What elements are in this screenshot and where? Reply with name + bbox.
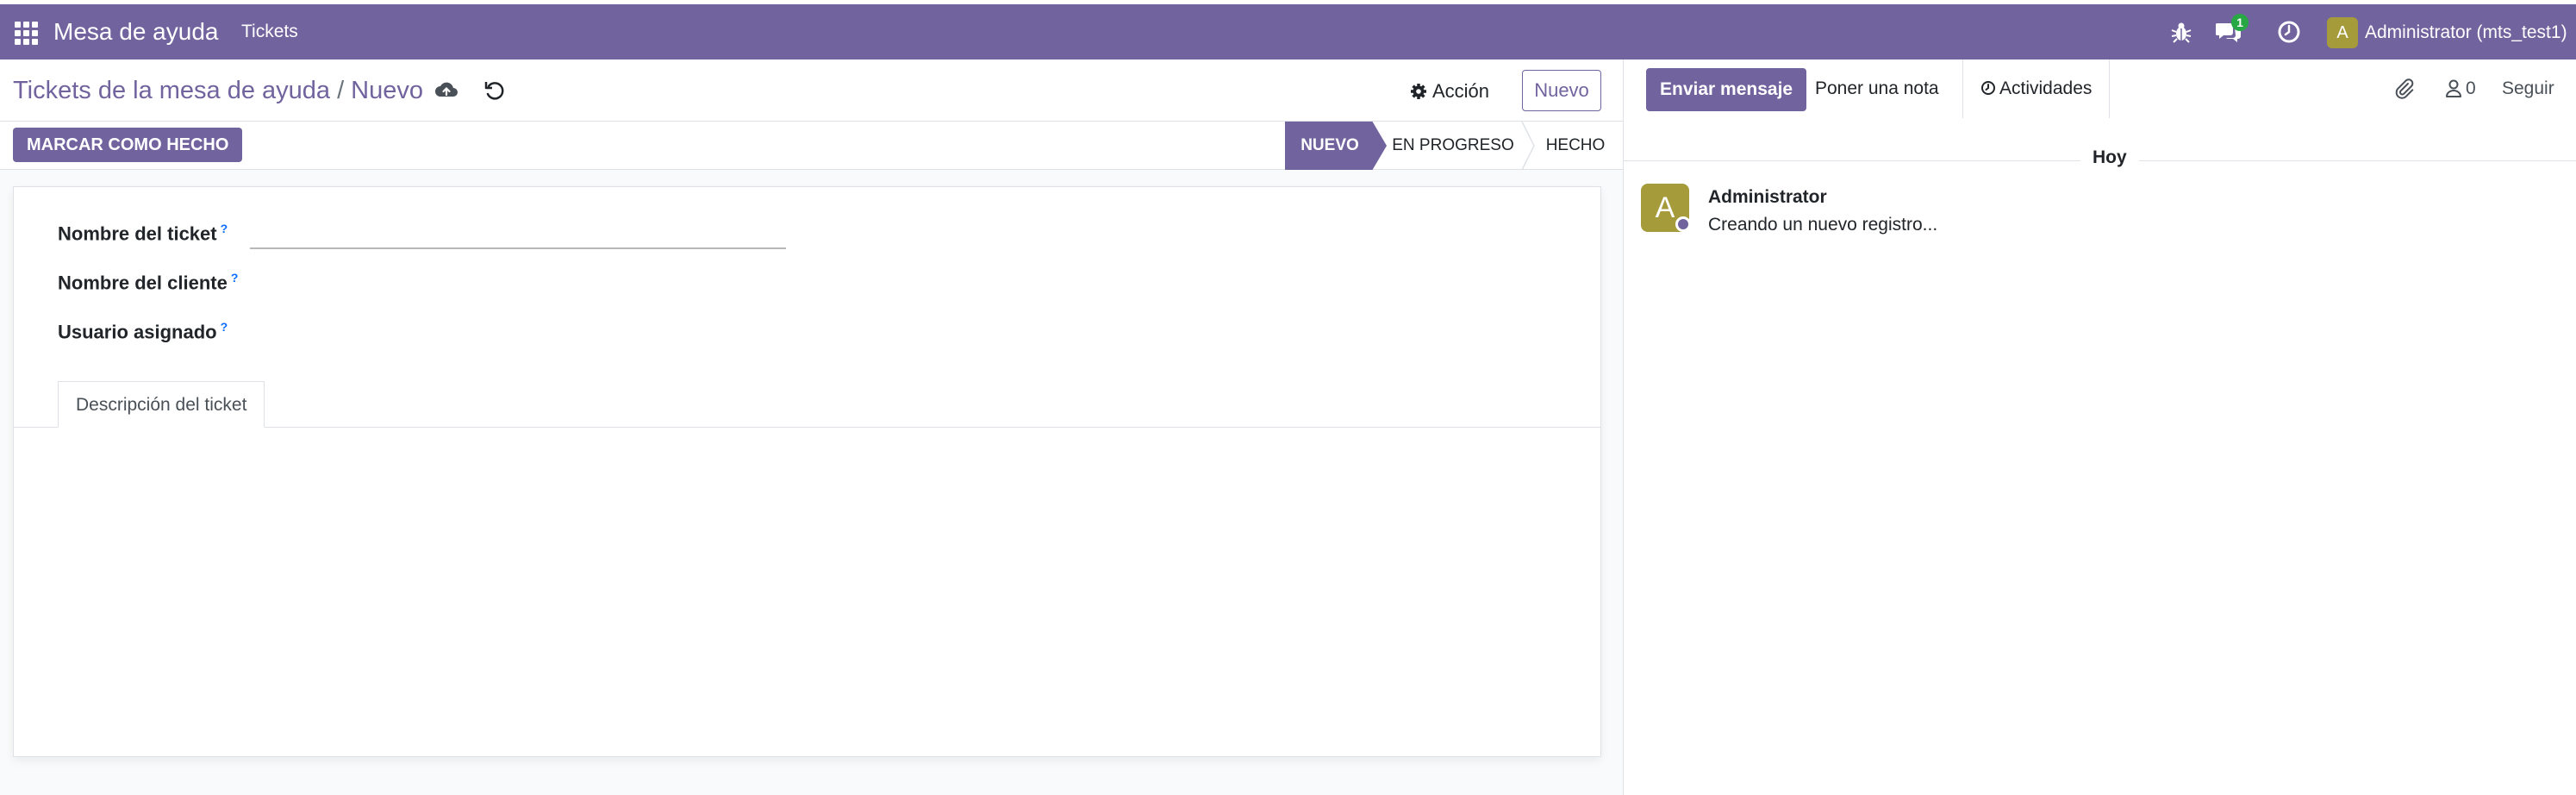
mark-done-button[interactable]: MARCAR COMO HECHO <box>13 128 243 162</box>
follow-button[interactable]: Seguir <box>2502 59 2554 118</box>
chat-icon[interactable]: 1 <box>2215 14 2249 44</box>
user-avatar: A <box>2327 17 2358 48</box>
user-name: Administrator (mts_test1) <box>2365 22 2567 42</box>
breadcrumb-separator: / <box>337 77 345 104</box>
paperclip-icon[interactable] <box>2393 59 2416 118</box>
gear-icon <box>1411 84 1426 99</box>
statusbar: MARCAR COMO HECHO NUEVO EN PROGRESO HECH… <box>0 122 1623 170</box>
undo-icon[interactable] <box>483 78 507 103</box>
followers-count: 0 <box>2466 78 2476 98</box>
tab-ticket-description[interactable]: Descripción del ticket <box>58 381 265 428</box>
form-area: Tickets de la mesa de ayuda / Nuevo Acción… <box>0 59 1623 795</box>
navbar: Mesa de ayuda Tickets 1 A Administrator … <box>0 4 2576 59</box>
presence-indicator <box>1675 216 1691 232</box>
clock-icon[interactable] <box>2277 20 2301 44</box>
assigned-user-label-text: Usuario asignado <box>58 321 217 343</box>
message-body: Creando un nuevo registro... <box>1708 215 1938 235</box>
help-tooltip[interactable]: ? <box>221 320 228 334</box>
clock-icon <box>1981 81 1995 95</box>
date-separator: Hoy <box>2080 147 2139 168</box>
activities-label: Actividades <box>1999 78 2093 98</box>
menu-tickets[interactable]: Tickets <box>241 22 298 42</box>
breadcrumb-parent[interactable]: Tickets de la mesa de ayuda <box>13 77 330 104</box>
followers-button[interactable]: 0 <box>2445 59 2476 118</box>
breadcrumb-current: Nuevo <box>351 77 423 104</box>
stage-nuevo[interactable]: NUEVO <box>1285 122 1387 170</box>
log-note-button[interactable]: Poner una nota <box>1798 59 1956 118</box>
person-icon <box>2446 79 2461 97</box>
help-tooltip[interactable]: ? <box>221 222 228 235</box>
activities-button[interactable]: Actividades <box>1962 59 2111 118</box>
stage-en-progreso[interactable]: EN PROGRESO <box>1384 122 1522 170</box>
messages-badge: 1 <box>2231 14 2249 31</box>
control-panel: Tickets de la mesa de ayuda / Nuevo Acción… <box>0 59 1623 122</box>
assigned-user-label: Usuario asignado? <box>58 320 228 343</box>
ticket-name-label-text: Nombre del ticket <box>58 222 217 245</box>
message-author[interactable]: Administrator <box>1708 187 1827 208</box>
new-button[interactable]: Nuevo <box>1522 70 1601 111</box>
customer-name-label: Nombre del cliente? <box>58 271 238 294</box>
action-button[interactable]: Acción <box>1410 74 1489 109</box>
send-message-button[interactable]: Enviar mensaje <box>1646 68 1807 111</box>
help-tooltip[interactable]: ? <box>231 271 239 285</box>
cloud-upload-icon[interactable] <box>434 78 458 103</box>
chatter-topbar: Enviar mensaje Poner una nota Actividade… <box>1624 59 2576 118</box>
form-sheet: Nombre del ticket? Nombre del cliente? U… <box>13 186 1601 757</box>
action-label: Acción <box>1432 80 1490 102</box>
breadcrumb: Tickets de la mesa de ayuda / Nuevo <box>13 76 423 105</box>
chatter: Enviar mensaje Poner una nota Actividade… <box>1623 59 2576 795</box>
customer-name-label-text: Nombre del cliente <box>58 272 228 294</box>
apps-grid-icon[interactable] <box>12 19 38 45</box>
app-brand[interactable]: Mesa de ayuda <box>53 19 218 45</box>
stage-hecho[interactable]: HECHO <box>1534 122 1617 170</box>
ticket-name-label: Nombre del ticket? <box>58 222 228 245</box>
bug-icon[interactable] <box>2169 20 2193 44</box>
ticket-name-input[interactable] <box>250 220 786 249</box>
user-menu[interactable]: A Administrator (mts_test1) <box>2327 17 2567 48</box>
